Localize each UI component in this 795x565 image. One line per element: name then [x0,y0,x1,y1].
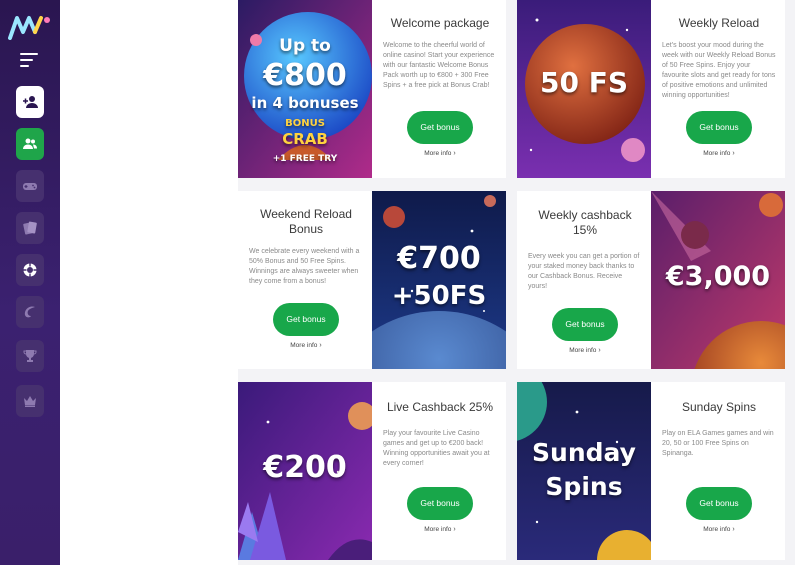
sunday-spins-art-line2: Spins [545,472,623,501]
sports-icon[interactable] [16,296,44,328]
more-info-label: More info [424,526,452,533]
promo-title: Welcome package [390,16,490,30]
promo-description: We celebrate every weekend with a 50% Bo… [249,248,360,285]
crown-icon[interactable] [16,385,44,417]
cards-icon[interactable] [16,212,44,244]
get-bonus-button[interactable]: Get bonus [686,487,752,520]
get-bonus-button[interactable]: Get bonus [407,487,473,520]
promo-image-weekend-reload: €700 +50FS [372,191,506,369]
promo-card-weekend-reload: Weekend Reload Bonus We celebrate every … [238,191,506,369]
more-info-label: More info [703,150,731,157]
promo-title: Weekly Reload [678,16,760,30]
promo-image-weekly-cashback: €3,000 [651,191,785,369]
menu-icon[interactable] [20,53,38,69]
more-info-label: More info [703,526,731,533]
chevron-right-icon: › [598,347,601,354]
promo-image-live-cashback: €200 [238,382,372,560]
users-icon[interactable] [16,128,44,160]
welcome-art-line2: €800 [263,58,347,93]
promo-image-sunday-spins: Sunday Spins [517,382,651,560]
promo-card-welcome: Up to €800 in 4 bonuses BONUS CRAB +1 FR… [238,0,506,178]
welcome-art-line1: Up to [279,36,331,56]
more-info-label: More info [290,342,318,349]
promo-description: Welcome to the cheerful world of online … [383,42,495,89]
trophy-icon[interactable] [16,340,44,372]
get-bonus-button[interactable]: Get bonus [273,303,339,336]
chevron-right-icon: › [453,526,456,533]
promo-image-weekly-reload: 50 FS [517,0,651,178]
promo-title: Sunday Spins [681,400,757,414]
promo-description: Play your favourite Live Casino games an… [383,430,490,467]
sunday-spins-art-line1: Sunday [532,438,636,467]
more-info-link[interactable]: More info › [383,150,497,157]
bonus-crab-badge-top: BONUS [285,118,325,129]
promo-title: Weekly cashback 15% [538,208,632,237]
chevron-right-icon: › [453,150,456,157]
weekend-reload-art-line1: €700 [397,241,481,276]
user-add-icon[interactable] [16,86,44,118]
promo-title: Weekend Reload Bonus [260,207,352,236]
gamepad-icon[interactable] [16,170,44,202]
live-cashback-art-text: €200 [263,450,347,485]
more-info-link[interactable]: More info › [383,526,497,533]
get-bonus-button[interactable]: Get bonus [686,111,752,144]
sunday-spins-art [517,382,651,560]
bonus-crab-badge: CRAB [282,130,328,148]
logo[interactable] [8,14,52,40]
weekly-cashback-art-text: €3,000 [665,261,771,292]
promo-title: Live Cashback 25% [386,400,494,414]
weekend-reload-art-line2: +50FS [391,281,487,311]
chip-icon[interactable] [16,254,44,286]
promo-description: Let's boost your mood during the week wi… [662,42,776,99]
chevron-right-icon: › [732,150,735,157]
more-info-link[interactable]: More info › [662,526,776,533]
more-info-label: More info [569,347,597,354]
chevron-right-icon: › [732,526,735,533]
get-bonus-button[interactable]: Get bonus [552,308,618,341]
promo-card-sunday-spins: Sunday Spins Sunday Spins Play on ELA Ga… [517,382,785,560]
promo-card-weekly-cashback: Weekly cashback 15% Every week you can g… [517,191,785,369]
promo-card-live-cashback: €200 Live Cashback 25% Play your favouri… [238,382,506,560]
more-info-link[interactable]: More info › [528,347,642,354]
chevron-right-icon: › [319,342,322,349]
promo-card-weekly-reload: 50 FS Weekly Reload Let's boost your moo… [517,0,785,178]
weekend-reload-art [372,191,506,369]
more-info-link[interactable]: More info › [662,150,776,157]
promo-description: Every week you can get a portion of your… [528,253,640,290]
more-info-link[interactable]: More info › [249,342,363,349]
get-bonus-button[interactable]: Get bonus [407,111,473,144]
more-info-label: More info [424,150,452,157]
welcome-art-line3: in 4 bonuses [251,94,359,112]
promo-image-welcome: Up to €800 in 4 bonuses BONUS CRAB +1 FR… [238,0,372,178]
promo-description: Play on ELA Games games and win 20, 50 o… [662,430,774,457]
sidebar [0,0,60,565]
content-gutter [60,0,238,565]
weekly-reload-art-text: 50 FS [539,66,628,99]
free-try-badge: +1 FREE TRY [272,154,338,164]
